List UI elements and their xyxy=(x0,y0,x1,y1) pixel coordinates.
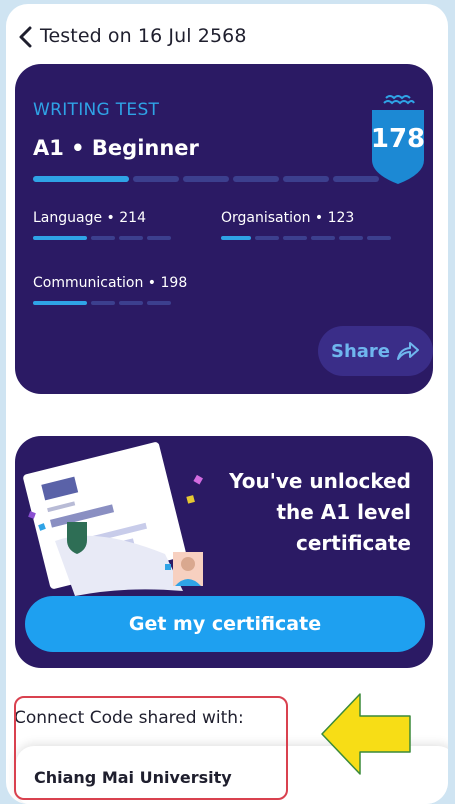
certificate-line: certificate xyxy=(296,531,411,555)
score-badge: 178 xyxy=(370,94,426,184)
skill-communication: Communication • 198 xyxy=(33,275,187,305)
progress-segment xyxy=(233,176,279,182)
progress-segment xyxy=(33,176,129,182)
certificate-line: the A1 level xyxy=(276,500,411,524)
app-screen: Tested on 16 Jul 2568 WRITING TEST A1 • … xyxy=(6,4,448,804)
test-type-label: WRITING TEST xyxy=(33,100,160,120)
overall-progress-bar xyxy=(33,176,379,182)
highlight-box xyxy=(14,696,288,800)
certificate-card: You've unlocked the A1 level certificate… xyxy=(15,436,433,668)
arrow-left-icon xyxy=(321,693,411,775)
progress-segment xyxy=(183,176,229,182)
result-card: WRITING TEST A1 • Beginner 178 Language … xyxy=(15,64,433,394)
progress-segment xyxy=(283,176,329,182)
back-button[interactable] xyxy=(14,24,36,50)
certificate-message: You've unlocked the A1 level certificate xyxy=(191,466,411,559)
share-label: Share xyxy=(330,340,390,362)
skill-label: Communication • 198 xyxy=(33,275,188,291)
level-label: A1 • Beginner xyxy=(33,136,199,160)
share-arrow-icon xyxy=(397,342,419,360)
chevron-left-icon xyxy=(19,26,32,48)
share-button[interactable]: Share xyxy=(318,326,433,376)
skill-progress-bar xyxy=(33,301,187,305)
skill-progress-bar xyxy=(221,236,391,240)
certificate-line: You've unlocked xyxy=(229,469,411,493)
skill-language: Language • 214 xyxy=(33,210,171,240)
page-title: Tested on 16 Jul 2568 xyxy=(40,25,247,47)
score-value: 178 xyxy=(370,124,426,154)
skill-label: Organisation • 123 xyxy=(221,210,355,226)
header: Tested on 16 Jul 2568 xyxy=(6,22,448,52)
get-certificate-button[interactable]: Get my certificate xyxy=(25,596,425,652)
skill-progress-bar xyxy=(33,236,171,240)
skill-organisation: Organisation • 123 xyxy=(221,210,391,240)
progress-segment xyxy=(133,176,179,182)
get-certificate-label: Get my certificate xyxy=(128,613,322,635)
skill-label: Language • 214 xyxy=(33,210,146,226)
